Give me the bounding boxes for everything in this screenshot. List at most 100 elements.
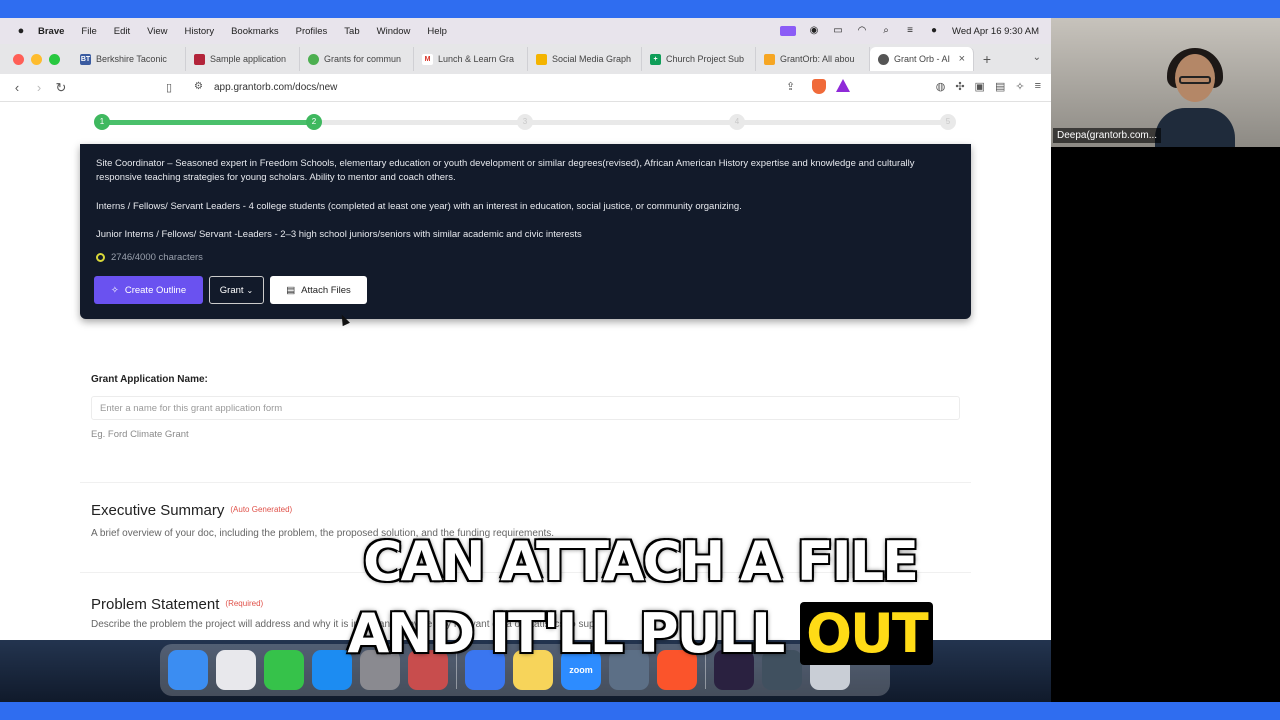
tab-favicon-icon xyxy=(536,53,547,65)
close-tab-icon[interactable]: × xyxy=(959,53,965,65)
browser-tab[interactable]: Sample application xyxy=(186,47,300,71)
tab-label: GrantOrb: All abou xyxy=(780,54,855,64)
apple-icon[interactable]: ● xyxy=(14,25,28,37)
browser-tab[interactable]: BT Berkshire Taconic xyxy=(72,47,186,71)
forward-icon[interactable]: › xyxy=(28,80,50,95)
doc-type-value: Grant xyxy=(219,284,244,296)
tab-label: Social Media Graph xyxy=(552,54,632,64)
menubar-status: ◉ ▭ ◠ ⌕ ≡ ● Wed Apr 16 9:30 AM xyxy=(780,18,1039,44)
doc-type-select[interactable]: Grant ⌄ xyxy=(209,276,264,304)
magic-wand-icon: ✧ xyxy=(110,284,119,296)
caption-line-2-text: AND IT'LL PULL xyxy=(347,602,801,665)
frame-bottom xyxy=(0,702,1280,720)
maximize-window-icon[interactable] xyxy=(49,53,60,65)
character-counter: 2746/4000 characters xyxy=(96,252,203,263)
step-3[interactable]: 3 xyxy=(517,114,533,130)
new-tab-icon[interactable]: + xyxy=(974,51,1000,67)
participant-glasses xyxy=(1179,76,1211,84)
tab-label: Church Project Sub xyxy=(666,54,745,64)
tab-favicon-icon xyxy=(878,53,889,65)
executive-summary-title: Executive Summary (Auto Generated) xyxy=(91,502,292,519)
extension-icon[interactable]: ◍ xyxy=(936,80,946,93)
shared-screen: ● Brave File Edit View History Bookmarks… xyxy=(0,18,1051,702)
bookmark-icon[interactable]: ▯ xyxy=(166,81,172,94)
brave-shields-icon[interactable] xyxy=(812,79,826,94)
menu-file[interactable]: File xyxy=(81,26,96,37)
menubar-clock[interactable]: Wed Apr 16 9:30 AM xyxy=(952,26,1039,37)
tab-list-chevron-icon[interactable]: ⌄ xyxy=(1033,52,1041,63)
browser-tab[interactable]: Grants for commun xyxy=(300,47,414,71)
menu-help[interactable]: Help xyxy=(427,26,447,37)
record-icon[interactable]: ◉ xyxy=(808,26,820,36)
step-2[interactable]: 2 xyxy=(306,114,322,130)
back-icon[interactable]: ‹ xyxy=(6,80,28,95)
minimize-window-icon[interactable] xyxy=(31,53,42,65)
grant-name-hint: Eg. Ford Climate Grant xyxy=(91,429,189,440)
extensions-puzzle-icon[interactable]: ✣ xyxy=(955,80,964,93)
panel-text-site-coordinator[interactable]: Site Coordinator – Seasoned expert in Fr… xyxy=(96,157,956,185)
spotlight-icon[interactable]: ⌕ xyxy=(880,26,892,36)
share-icon[interactable]: ⇪ xyxy=(786,80,795,93)
control-center-icon[interactable]: ≡ xyxy=(904,26,916,36)
auto-generated-tag: (Auto Generated) xyxy=(230,505,293,514)
step-4[interactable]: 4 xyxy=(729,114,745,130)
panel-text-interns[interactable]: Interns / Fellows/ Servant Leaders - 4 c… xyxy=(96,200,956,214)
wifi-icon[interactable]: ◠ xyxy=(856,26,868,36)
grant-name-input[interactable] xyxy=(91,396,960,420)
grant-name-label: Grant Application Name: xyxy=(91,374,208,385)
wallet-icon[interactable]: ▤ xyxy=(995,80,1005,93)
site-settings-icon[interactable]: ⚙ xyxy=(194,81,203,92)
leo-ai-icon[interactable]: ✧ xyxy=(1015,80,1024,93)
menu-icon[interactable]: ≡ xyxy=(1035,80,1041,93)
menu-view[interactable]: View xyxy=(147,26,167,37)
menu-window[interactable]: Window xyxy=(377,26,411,37)
battery-icon[interactable]: ▭ xyxy=(832,26,844,36)
menu-bookmarks[interactable]: Bookmarks xyxy=(231,26,279,37)
browser-tab[interactable]: GrantOrb: All abou xyxy=(756,47,870,71)
project-details-panel: Site Coordinator – Seasoned expert in Fr… xyxy=(80,144,971,319)
menu-history[interactable]: History xyxy=(185,26,215,37)
step-5[interactable]: 5 xyxy=(940,114,956,130)
menu-edit[interactable]: Edit xyxy=(114,26,130,37)
panel-text-junior-interns[interactable]: Junior Interns / Fellows/ Servant -Leade… xyxy=(96,228,956,242)
progress-stepper: 1 2 3 4 5 xyxy=(0,102,1051,144)
participant-name: Deepa(grantorb.com... xyxy=(1053,128,1162,143)
reload-icon[interactable]: ↻ xyxy=(50,80,72,96)
step-1[interactable]: 1 xyxy=(94,114,110,130)
menu-app-name[interactable]: Brave xyxy=(38,26,64,37)
participant-video xyxy=(1155,48,1235,147)
tab-label: Sample application xyxy=(210,54,287,64)
progress-ring-icon xyxy=(96,253,105,262)
browser-tab[interactable]: + Church Project Sub xyxy=(642,47,756,71)
window-controls xyxy=(13,53,60,65)
participant-body xyxy=(1155,108,1235,147)
sidebar-icon[interactable]: ▣ xyxy=(975,80,985,93)
tab-favicon-icon: BT xyxy=(80,53,91,65)
toolbar-right: ◍ ✣ ▣ ▤ ✧ ≡ xyxy=(936,80,1041,93)
address-bar-row: ‹ › ↻ ▯ ⚙ app.grantorb.com/docs/new ⇪ ◍ … xyxy=(0,74,1051,102)
create-outline-button[interactable]: ✧ Create Outline xyxy=(94,276,203,304)
tab-favicon-icon xyxy=(194,53,205,65)
browser-tab[interactable]: M Lunch & Learn Gra xyxy=(414,47,528,71)
tab-favicon-icon: M xyxy=(422,53,433,65)
tab-label: Grant Orb - AI xyxy=(894,54,951,64)
tab-label: Grants for commun xyxy=(324,54,402,64)
brave-rewards-icon[interactable] xyxy=(836,79,850,92)
menu-profiles[interactable]: Profiles xyxy=(296,26,328,37)
tab-favicon-icon: + xyxy=(650,53,661,65)
tab-favicon-icon xyxy=(308,53,319,65)
tab-favicon-icon xyxy=(764,53,775,65)
character-count-text: 2746/4000 characters xyxy=(111,252,203,263)
tab-label: Lunch & Learn Gra xyxy=(438,54,515,64)
browser-tab[interactable]: Social Media Graph xyxy=(528,47,642,71)
menu-tab[interactable]: Tab xyxy=(344,26,359,37)
siri-icon[interactable]: ● xyxy=(928,26,940,36)
caption-highlight-word: OUT xyxy=(800,602,933,665)
screen-share-icon[interactable] xyxy=(780,26,797,36)
frame-top xyxy=(0,0,1280,18)
attach-files-button[interactable]: ▤ Attach Files xyxy=(270,276,367,304)
browser-tab-active[interactable]: Grant Orb - AI × xyxy=(870,47,974,71)
url-field[interactable]: app.grantorb.com/docs/new xyxy=(214,82,337,93)
attach-files-label: Attach Files xyxy=(301,284,351,296)
close-window-icon[interactable] xyxy=(13,53,24,65)
